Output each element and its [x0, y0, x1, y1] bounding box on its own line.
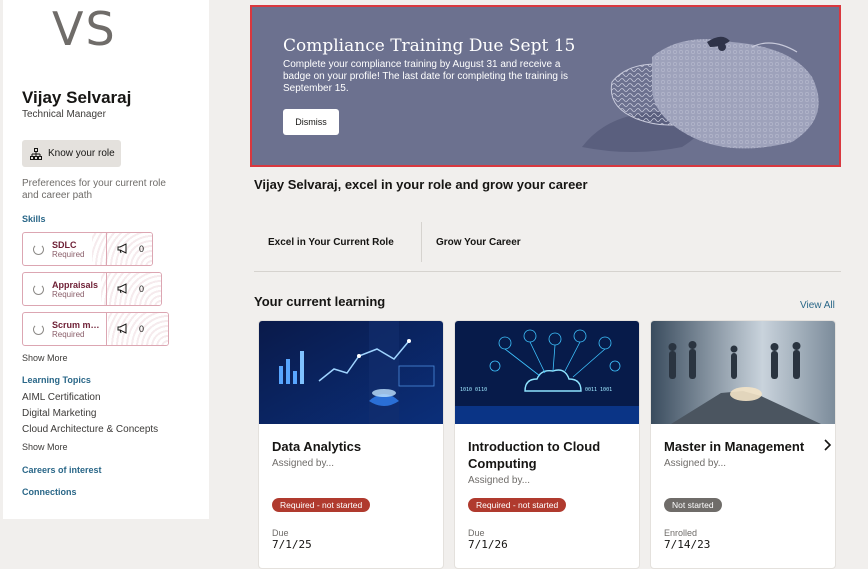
skills-link[interactable]: Skills — [22, 214, 46, 224]
skill-card-sdlc[interactable]: SDLC Required 0 — [22, 232, 153, 266]
topics-show-more-link[interactable]: Show More — [22, 442, 68, 452]
date-value: 7/14/23 — [664, 538, 711, 551]
date-value: 7/1/26 — [468, 538, 508, 551]
svg-text:0011 1001: 0011 1001 — [585, 387, 612, 393]
card-assigned-by: Assigned by... — [664, 458, 727, 469]
chevron-right-icon[interactable] — [820, 438, 834, 456]
know-your-role-label: Know your role — [48, 148, 115, 159]
card-title[interactable]: Master in Management — [664, 438, 829, 455]
org-chart-icon — [30, 147, 42, 160]
topic-item[interactable]: AIML Certification — [22, 392, 101, 403]
skill-status: Required — [52, 329, 85, 339]
endorse-count: 0 — [139, 244, 145, 254]
card-assigned-by: Assigned by... — [468, 475, 531, 486]
skill-name: Appraisals — [52, 279, 99, 290]
user-job-title: Technical Manager — [22, 109, 106, 120]
svg-text:1010 0110: 1010 0110 — [460, 387, 487, 393]
skills-show-more-link[interactable]: Show More — [22, 353, 68, 363]
data-analytics-image — [259, 321, 443, 424]
status-badge: Not started — [664, 498, 722, 512]
management-image — [651, 321, 835, 424]
skill-card-scrum[interactable]: Scrum ma... Required 0 — [22, 312, 169, 346]
endorse-count: 0 — [139, 284, 145, 294]
progress-ring-icon — [33, 243, 44, 255]
skill-status: Required — [52, 249, 85, 259]
endorse-count: 0 — [139, 324, 145, 334]
megaphone-icon — [117, 322, 129, 336]
card-title[interactable]: Data Analytics — [272, 438, 437, 455]
endorse-button[interactable]: 0 — [117, 322, 145, 336]
careers-of-interest-link[interactable]: Careers of interest — [22, 465, 102, 475]
date-label: Enrolled — [664, 528, 698, 538]
status-badge: Required - not started — [272, 498, 371, 512]
date-value: 7/1/25 — [272, 538, 312, 551]
compliance-banner: Compliance Training Due Sept 15 Complete… — [250, 5, 841, 167]
learning-topics-link[interactable]: Learning Topics — [22, 375, 91, 385]
dismiss-button[interactable]: Dismiss — [283, 109, 339, 135]
skill-status: Required — [52, 289, 85, 299]
progress-ring-icon — [33, 323, 44, 335]
connections-link[interactable]: Connections — [22, 487, 77, 497]
divider — [106, 313, 107, 345]
view-all-link[interactable]: View All — [800, 300, 835, 311]
endorse-button[interactable]: 0 — [117, 282, 145, 296]
tab-excel-current-role[interactable]: Excel in Your Current Role — [268, 237, 394, 248]
preferences-text: Preferences for your current role and ca… — [22, 178, 166, 201]
learning-card-data-analytics[interactable]: Data Analytics Assigned by... Required -… — [258, 320, 444, 569]
tab-bar: Excel in Your Current Role Grow Your Car… — [254, 222, 841, 272]
megaphone-icon — [117, 242, 129, 256]
cloud-computing-image: 1010 0110 0011 1001 — [455, 321, 639, 424]
learning-card-cloud-computing[interactable]: 1010 0110 0011 1001 Introduction to Clou… — [454, 320, 640, 569]
tab-grow-career[interactable]: Grow Your Career — [436, 237, 521, 248]
know-your-role-button[interactable]: Know your role — [22, 140, 121, 167]
profile-panel: VS Vijay Selvaraj Technical Manager Know… — [3, 0, 209, 519]
card-title[interactable]: Introduction to Cloud Computing — [468, 438, 633, 472]
banner-title: Compliance Training Due Sept 15 — [283, 36, 576, 56]
progress-ring-icon — [33, 283, 44, 295]
divider — [106, 233, 107, 265]
current-learning-title: Your current learning — [254, 294, 386, 309]
user-name: Vijay Selvaraj — [22, 88, 132, 107]
skill-card-appraisals[interactable]: Appraisals Required 0 — [22, 272, 162, 306]
topic-item[interactable]: Digital Marketing — [22, 408, 96, 419]
status-badge: Required - not started — [468, 498, 567, 512]
banner-body: Complete your compliance training by Aug… — [283, 59, 568, 94]
endorse-button[interactable]: 0 — [117, 242, 145, 256]
megaphone-icon — [117, 282, 129, 296]
learning-card-master-management[interactable]: Master in Management Assigned by... Not … — [650, 320, 836, 569]
card-assigned-by: Assigned by... — [272, 458, 335, 469]
date-label: Due — [272, 528, 289, 538]
skill-name: Scrum ma... — [52, 319, 102, 330]
tab-divider — [421, 222, 422, 262]
skill-name: SDLC — [52, 239, 77, 250]
date-label: Due — [468, 528, 485, 538]
topic-item[interactable]: Cloud Architecture & Concepts — [22, 424, 158, 435]
divider — [106, 273, 107, 305]
avatar-initials: VS — [52, 2, 117, 56]
page-headline: Vijay Selvaraj, excel in your role and g… — [254, 177, 588, 192]
